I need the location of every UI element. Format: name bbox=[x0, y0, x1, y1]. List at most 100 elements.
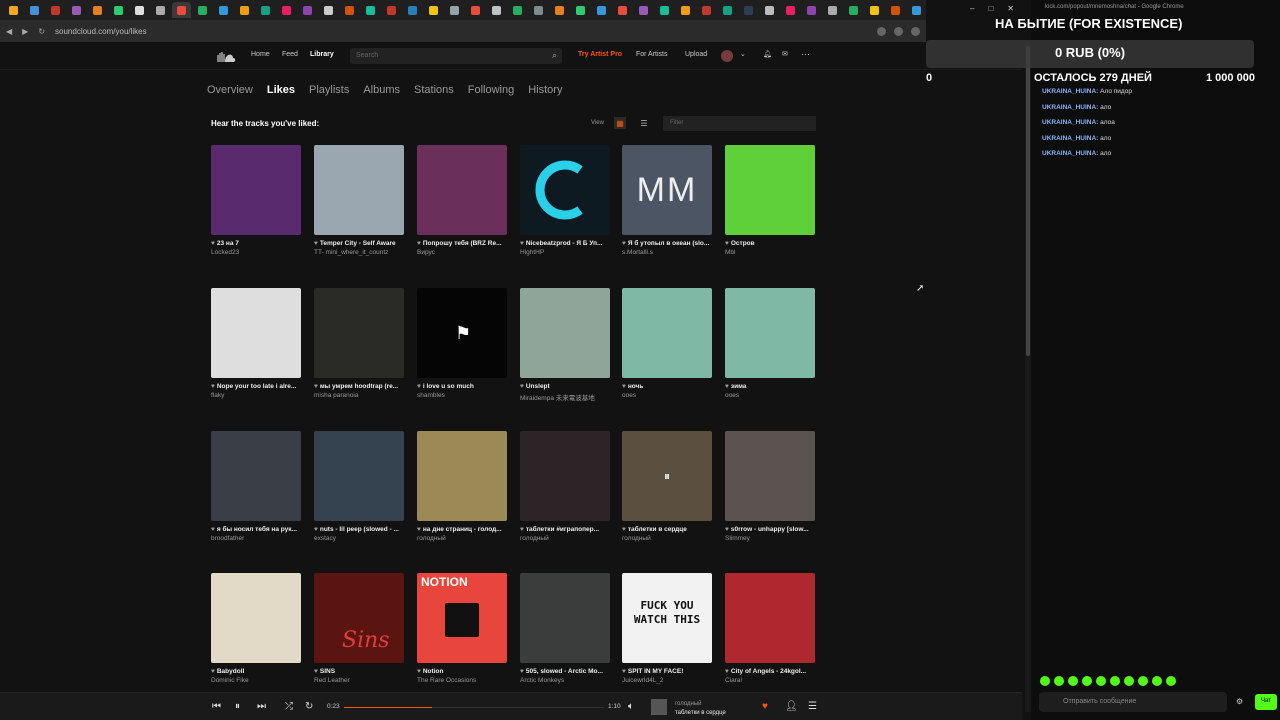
browser-tab[interactable] bbox=[193, 2, 212, 18]
track-tile[interactable]: ⚑ ♥ i love u so much shambles bbox=[417, 288, 507, 399]
list-view-icon[interactable]: ☰ bbox=[638, 117, 650, 129]
tab-albums[interactable]: Albums bbox=[363, 84, 400, 96]
track-title[interactable]: ♥ Temper City - Self Aware bbox=[314, 240, 404, 247]
heart-icon[interactable]: ♥ bbox=[211, 240, 215, 247]
track-tile[interactable]: ♥ City of Angels - 24kgol... Ciara! bbox=[725, 573, 815, 684]
track-artist[interactable]: Ciara! bbox=[725, 677, 815, 684]
browser-tab[interactable] bbox=[613, 2, 632, 18]
browser-tab[interactable] bbox=[88, 2, 107, 18]
heart-icon[interactable]: ♥ bbox=[314, 240, 318, 247]
heart-icon[interactable]: ♥ bbox=[417, 240, 421, 247]
browser-tab[interactable] bbox=[697, 2, 716, 18]
browser-tab[interactable] bbox=[865, 2, 884, 18]
browser-tab[interactable] bbox=[739, 2, 758, 18]
track-title[interactable]: ♥ Notion bbox=[417, 668, 507, 675]
track-artist[interactable]: misha paranoia bbox=[314, 392, 404, 399]
browser-tab[interactable] bbox=[571, 2, 590, 18]
track-tile[interactable]: ♥ 505, slowed - Arctic Mo... Arctic Monkey… bbox=[520, 573, 610, 684]
track-tile[interactable]: ♥ мы умрем hoodtrap (re... misha paranoia bbox=[314, 288, 404, 399]
track-tile[interactable]: NOTION ♥ Notion The Rare Occasions bbox=[417, 573, 507, 684]
extension-icon[interactable] bbox=[894, 26, 903, 36]
track-artwork[interactable]: ⏸ bbox=[622, 431, 712, 521]
browser-tab[interactable] bbox=[550, 2, 569, 18]
browser-tab[interactable] bbox=[382, 2, 401, 18]
browser-tab[interactable] bbox=[319, 2, 338, 18]
browser-tab[interactable] bbox=[760, 2, 779, 18]
track-title[interactable]: ♥ SPIT IN MY FACE! bbox=[622, 668, 712, 675]
track-title[interactable]: ♥ 505, slowed - Arctic Mo... bbox=[520, 668, 610, 675]
track-title[interactable]: ♥ таблетки в сердце bbox=[622, 526, 712, 533]
track-tile[interactable]: ♥ nuts - lil peep (slowed - ... exstacy bbox=[314, 431, 404, 542]
track-artwork[interactable] bbox=[417, 145, 507, 235]
track-artwork[interactable] bbox=[725, 431, 815, 521]
browser-tab[interactable] bbox=[235, 2, 254, 18]
track-artwork[interactable] bbox=[417, 431, 507, 521]
chat-username[interactable]: UKRAINA_HUINA: bbox=[1042, 88, 1098, 95]
track-tile[interactable]: ♥ на дне страниц - голод... голодный bbox=[417, 431, 507, 542]
emote-icon[interactable] bbox=[1166, 676, 1176, 686]
heart-icon[interactable]: ♥ bbox=[725, 668, 729, 675]
heart-icon[interactable]: ♥ bbox=[622, 668, 626, 675]
close-icon[interactable]: ✕ bbox=[1007, 4, 1014, 13]
heart-icon[interactable]: ♥ bbox=[417, 526, 421, 533]
extension-icon[interactable] bbox=[877, 26, 886, 36]
minimize-icon[interactable]: – bbox=[970, 4, 974, 13]
heart-icon[interactable]: ♥ bbox=[417, 668, 421, 675]
track-artist[interactable]: flaky bbox=[211, 392, 301, 399]
track-artist[interactable]: Miraidempa 未来電波基地 bbox=[520, 392, 610, 402]
heart-icon[interactable]: ♥ bbox=[211, 526, 215, 533]
track-artwork[interactable] bbox=[725, 288, 815, 378]
chat-username[interactable]: UKRAINA_HUINA: bbox=[1042, 104, 1098, 111]
track-artwork[interactable] bbox=[725, 145, 815, 235]
forward-icon[interactable]: ▶ bbox=[22, 27, 28, 36]
browser-tab[interactable] bbox=[676, 2, 695, 18]
track-tile[interactable]: ♥ ночь ooes bbox=[622, 288, 712, 399]
search-icon[interactable]: ⌕ bbox=[552, 50, 557, 61]
track-artwork[interactable]: Sins bbox=[314, 573, 404, 663]
browser-tab[interactable] bbox=[529, 2, 548, 18]
emote-icon[interactable] bbox=[1082, 676, 1092, 686]
track-tile[interactable]: ⏸ ♥ таблетки в сердце голодный bbox=[622, 431, 712, 542]
browser-tab[interactable] bbox=[256, 2, 275, 18]
track-title[interactable]: ♥ я бы носил тебя на рук... bbox=[211, 526, 301, 533]
track-artist[interactable]: broodfather bbox=[211, 535, 301, 542]
track-title[interactable]: ♥ зима bbox=[725, 383, 815, 390]
heart-icon[interactable]: ♥ bbox=[520, 240, 524, 247]
heart-icon[interactable]: ♥ bbox=[520, 383, 524, 390]
chat-username[interactable]: UKRAINA_HUINA: bbox=[1042, 150, 1098, 157]
heart-icon[interactable]: ♥ bbox=[211, 383, 215, 390]
chat-send-button[interactable]: Чат bbox=[1255, 694, 1277, 710]
heart-icon[interactable]: ♥ bbox=[314, 383, 318, 390]
track-artist[interactable]: ooes bbox=[725, 392, 815, 399]
heart-icon[interactable]: ♥ bbox=[725, 383, 729, 390]
track-title[interactable]: ♥ 23 на 7 bbox=[211, 240, 301, 247]
track-artwork[interactable] bbox=[211, 288, 301, 378]
upload-link[interactable]: Upload bbox=[685, 51, 707, 58]
profile-icon[interactable] bbox=[911, 26, 920, 36]
filter-input[interactable]: Filter bbox=[663, 116, 816, 131]
track-artist[interactable]: Arctic Monkeys bbox=[520, 677, 610, 684]
track-title[interactable]: ♥ таблетки #играпопер... bbox=[520, 526, 610, 533]
nav-library[interactable]: Library bbox=[310, 51, 334, 58]
emote-icon[interactable] bbox=[1054, 676, 1064, 686]
track-title[interactable]: ♥ City of Angels - 24kgol... bbox=[725, 668, 815, 675]
emote-icon[interactable] bbox=[1124, 676, 1134, 686]
track-artist[interactable]: Slimmey bbox=[725, 535, 815, 542]
tab-following[interactable]: Following bbox=[468, 84, 514, 96]
grid-view-icon[interactable]: ▦ bbox=[614, 117, 626, 129]
progress-bar[interactable] bbox=[344, 707, 604, 708]
track-artwork[interactable] bbox=[211, 145, 301, 235]
browser-tab[interactable] bbox=[508, 2, 527, 18]
track-tile[interactable]: ♥ Temper City - Self Aware TT- mini_where_… bbox=[314, 145, 404, 256]
track-tile[interactable]: ♥ Babydoll Dominic Fike bbox=[211, 573, 301, 684]
track-title[interactable]: ♥ SINS bbox=[314, 668, 404, 675]
track-artwork[interactable] bbox=[725, 573, 815, 663]
browser-tab[interactable] bbox=[466, 2, 485, 18]
browser-tab[interactable] bbox=[634, 2, 653, 18]
browser-tab[interactable] bbox=[844, 2, 863, 18]
browser-tab[interactable] bbox=[151, 2, 170, 18]
try-artist-pro-link[interactable]: Try Artist Pro bbox=[578, 51, 622, 58]
browser-tab[interactable] bbox=[886, 2, 905, 18]
volume-icon[interactable]: 🔈︎ bbox=[628, 701, 634, 712]
track-artist[interactable]: Red Leather bbox=[314, 677, 404, 684]
